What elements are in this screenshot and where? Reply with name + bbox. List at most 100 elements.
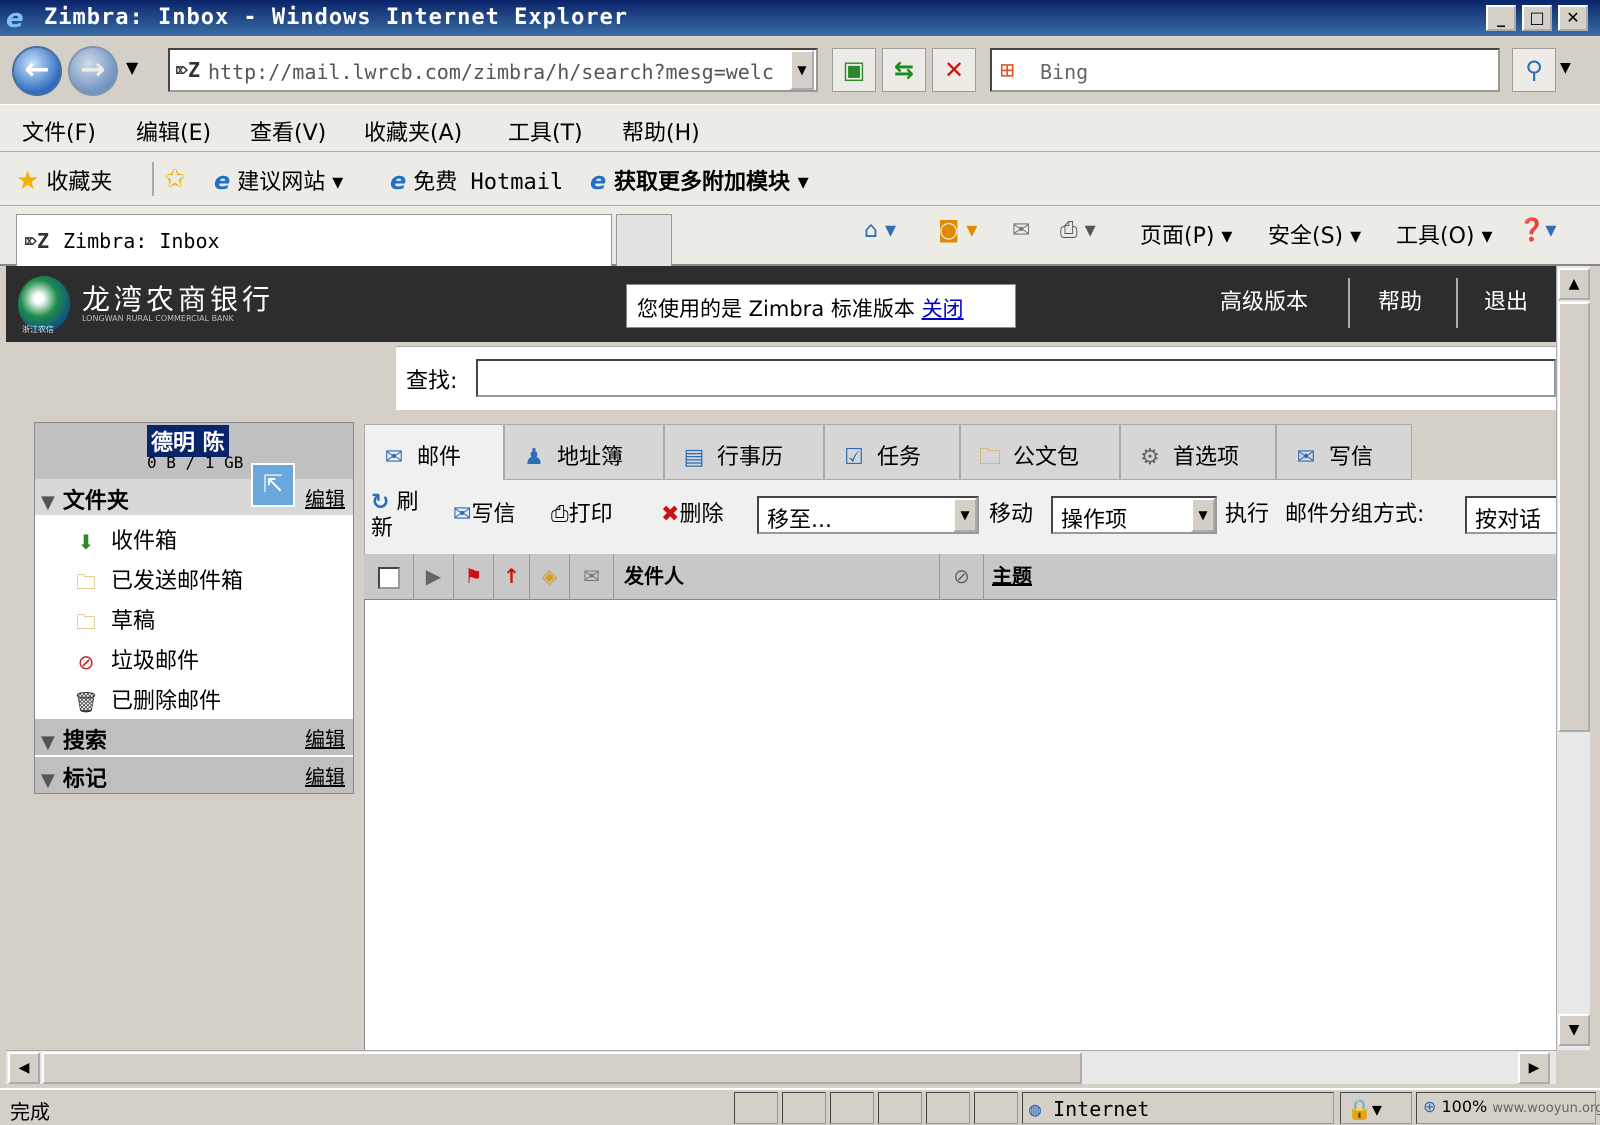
tab-label: 任务 (877, 445, 922, 470)
menu-edit[interactable]: 编辑(E) (136, 115, 211, 147)
fav-suggested-sites[interactable]: e 建议网站 ▾ (214, 164, 343, 196)
refresh-button[interactable]: ↻ 刷新 (371, 490, 435, 542)
edit-searches-link[interactable]: 编辑 (305, 723, 345, 752)
tab-briefcase[interactable]: 🗀 公文包 (960, 424, 1120, 480)
help-icon[interactable]: ❓▾ (1518, 218, 1556, 243)
search-icon[interactable]: ⚲ (1512, 48, 1556, 92)
folders-header[interactable]: ▼ 文件夹 编辑 (35, 479, 353, 515)
folder-drafts[interactable]: 🗀 草稿 (71, 603, 155, 636)
zoom-level: 100% (1441, 1097, 1488, 1116)
fav-hotmail[interactable]: e 免费 Hotmail (390, 164, 563, 196)
folders-label: 文件夹 (62, 489, 129, 514)
menu-tools[interactable]: 工具(T) (508, 115, 583, 147)
back-button[interactable]: ← (12, 46, 62, 96)
scroll-down-button[interactable]: ▼ (1558, 1014, 1590, 1046)
expand-icon[interactable]: ▶ (414, 554, 454, 600)
move-button[interactable]: 移动 (989, 496, 1033, 528)
zoom-control[interactable]: ⊕ 100% www.wooyun.org (1416, 1092, 1600, 1124)
trash-icon: 🗑 (73, 690, 99, 714)
minimize-button[interactable]: _ (1486, 5, 1516, 31)
forward-button[interactable]: → (68, 46, 118, 96)
flag-icon[interactable]: ⚑ (454, 554, 494, 600)
logout-link[interactable]: 退出 (1484, 284, 1528, 316)
search-input[interactable] (476, 359, 1556, 397)
groupby-label: 邮件分组方式: (1285, 502, 1425, 527)
print-icon: ⎙ (551, 502, 569, 527)
maximize-button[interactable]: □ (1522, 5, 1552, 31)
new-tab-button[interactable] (616, 214, 672, 266)
add-favorite-button[interactable]: ✩ (164, 164, 186, 194)
groupby-select[interactable]: 按对话 (1465, 496, 1556, 534)
expand-icon[interactable]: ⇱ (251, 463, 295, 507)
scroll-left-button[interactable]: ◀ (8, 1052, 40, 1084)
menu-file[interactable]: 文件(F) (22, 115, 96, 147)
tab-compose[interactable]: ✉ 写信 (1276, 424, 1412, 480)
folder-trash[interactable]: 🗑 已删除邮件 (71, 683, 221, 716)
execute-button[interactable]: 执行 (1225, 496, 1269, 528)
delete-button[interactable]: ✖删除 (661, 496, 723, 528)
edit-folders-link[interactable]: 编辑 (305, 483, 345, 512)
scroll-up-button[interactable]: ▲ (1558, 268, 1590, 300)
compose-button[interactable]: ✉写信 (453, 496, 515, 528)
menu-view[interactable]: 查看(V) (250, 115, 326, 147)
move-to-select[interactable]: 移至... ▼ (757, 496, 979, 534)
favorites-button[interactable]: ★ 收藏夹 (16, 164, 112, 196)
tags-header[interactable]: ▼ 标记 编辑 (35, 757, 353, 793)
windows-logo-icon: ⊞ (1000, 56, 1015, 84)
tab-preferences[interactable]: ⚙ 首选项 (1120, 424, 1276, 480)
search-box[interactable]: ⊞ Bing (990, 48, 1500, 92)
folder-junk[interactable]: ⊘ 垃圾邮件 (71, 643, 199, 676)
fav-addons[interactable]: e 获取更多附加模块 ▾ (590, 164, 809, 196)
scroll-right-button[interactable]: ▶ (1518, 1052, 1550, 1084)
tab-mail[interactable]: ✉ 邮件 (364, 424, 504, 480)
help-link[interactable]: 帮助 (1378, 284, 1422, 316)
tab-calendar[interactable]: ▤ 行事历 (664, 424, 824, 480)
address-dropdown-icon[interactable]: ▼ (790, 50, 814, 90)
print-button[interactable]: ⎙打印 (551, 496, 613, 528)
menu-help[interactable]: 帮助(H) (622, 115, 700, 147)
tab-addressbook[interactable]: ♟ 地址簿 (504, 424, 664, 480)
select-all-checkbox[interactable] (364, 554, 414, 600)
home-icon[interactable]: ⌂ ▾ (864, 218, 896, 243)
feeds-icon[interactable]: ◙ ▾ (938, 218, 977, 243)
page-menu[interactable]: 页面(P) ▾ (1140, 218, 1232, 250)
priority-icon[interactable]: ↑ (494, 554, 530, 600)
scroll-thumb[interactable] (1558, 302, 1590, 732)
collapse-triangle-icon[interactable]: ▼ (41, 732, 55, 753)
close-button[interactable]: ✕ (1558, 5, 1588, 31)
collapse-triangle-icon[interactable]: ▼ (41, 492, 55, 513)
menu-favorites[interactable]: 收藏夹(A) (364, 115, 462, 147)
message-list[interactable] (364, 600, 1556, 1050)
folder-inbox[interactable]: ⬇ 收件箱 (71, 523, 177, 556)
scroll-thumb[interactable] (42, 1052, 1082, 1084)
safety-menu[interactable]: 安全(S) ▾ (1268, 218, 1361, 250)
read-status-icon[interactable]: ✉ (570, 554, 614, 600)
protected-mode-icon[interactable]: 🔒▾ (1340, 1092, 1412, 1124)
horizontal-scrollbar[interactable]: ◀ ▶ (6, 1050, 1556, 1084)
col-subject[interactable]: 主题 (984, 554, 1544, 600)
compatibility-view-icon[interactable]: ▣ (832, 48, 876, 92)
searches-header[interactable]: ▼ 搜索 编辑 (35, 719, 353, 755)
tab-tasks[interactable]: ☑ 任务 (824, 424, 960, 480)
groupby-value: 按对话 (1475, 508, 1542, 533)
address-bar[interactable]: ⌦Z http://mail.lwrcb.com/zimbra/h/search… (168, 48, 818, 92)
advanced-version-link[interactable]: 高级版本 (1220, 284, 1308, 316)
tools-menu[interactable]: 工具(O) ▾ (1396, 218, 1493, 250)
col-sender[interactable]: 发件人 (614, 554, 940, 600)
folder-sent[interactable]: 🗀 已发送邮件箱 (71, 563, 243, 596)
close-notice-link[interactable]: 关闭 (922, 297, 964, 321)
search-options-icon[interactable]: ▼ (1560, 60, 1571, 76)
refresh-icon[interactable]: ⇆ (882, 48, 926, 92)
tab-zimbra-inbox[interactable]: ⌦Z Zimbra: Inbox (16, 214, 612, 266)
ie-logo-icon: e (6, 4, 24, 34)
tag-icon[interactable]: ◈ (530, 554, 570, 600)
mail-icon[interactable]: ✉ (1012, 218, 1030, 243)
collapse-triangle-icon[interactable]: ▼ (41, 770, 55, 791)
vertical-scrollbar[interactable]: ▲ ▼ (1556, 266, 1590, 1050)
actions-select[interactable]: 操作项 ▼ (1051, 496, 1217, 534)
edit-tags-link[interactable]: 编辑 (305, 761, 345, 790)
stop-icon[interactable]: ✕ (932, 48, 976, 92)
attachment-icon[interactable]: ⊘ (940, 554, 984, 600)
history-dropdown-icon[interactable]: ▼ (126, 58, 138, 77)
print-icon[interactable]: ⎙ ▾ (1060, 218, 1096, 243)
